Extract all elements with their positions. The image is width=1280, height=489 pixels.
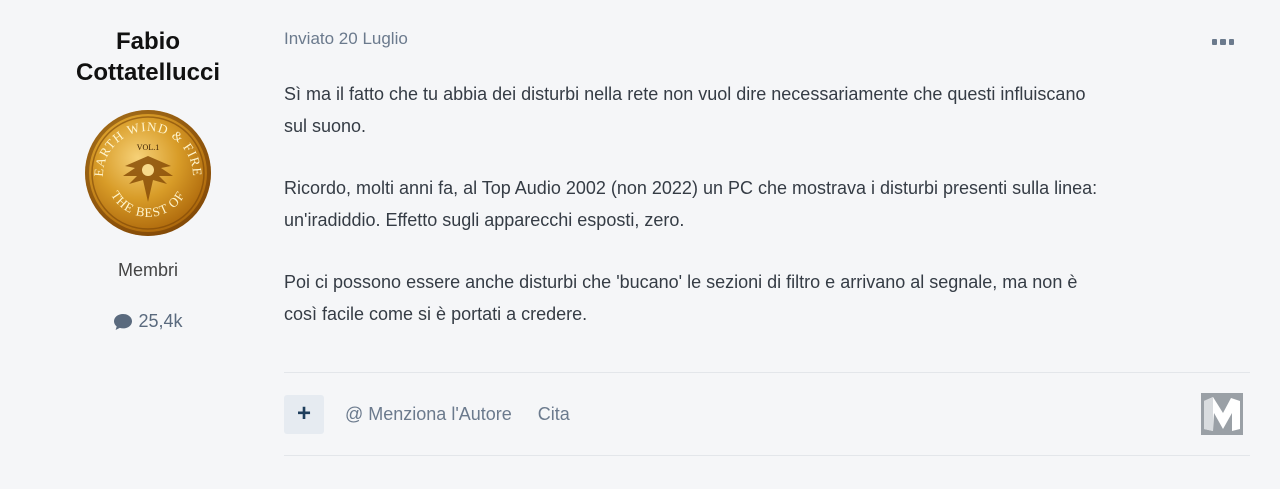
author-first-name[interactable]: Fabio [48, 26, 248, 57]
comment-icon [114, 313, 133, 330]
post-content: Inviato 20 Luglio Sì ma il fatto che tu … [284, 26, 1250, 456]
reputation-badge-icon[interactable] [1201, 393, 1243, 435]
post-paragraph: Sì ma il fatto che tu abbia dei disturbi… [284, 78, 1250, 142]
author-name[interactable]: Fabio Cottatellucci [48, 26, 248, 88]
post-paragraph-line: un'iradiddio. Effetto sugli apparecchi e… [284, 210, 685, 230]
avatar-text-vol: VOL.1 [137, 143, 159, 152]
more-options-icon[interactable] [1212, 38, 1234, 46]
forum-post: Fabio Cottatellucci EARTH WIND & FIRE TH… [8, 0, 1272, 489]
post-paragraph-line: Ricordo, molti anni fa, al Top Audio 200… [284, 178, 1098, 198]
post-paragraph-line: Poi ci possono essere anche disturbi che… [284, 272, 1078, 292]
post-actions: + @ Menziona l'Autore Cita [284, 393, 1250, 435]
divider [284, 455, 1250, 456]
quote-link[interactable]: Cita [538, 404, 570, 425]
post-paragraph-line: sul suono. [284, 116, 367, 136]
post-date[interactable]: Inviato 20 Luglio [284, 26, 1250, 52]
reaction-add-button[interactable]: + [284, 394, 324, 434]
author-last-name[interactable]: Cottatellucci [48, 57, 248, 88]
post-paragraph: Poi ci possono essere anche disturbi che… [284, 266, 1250, 330]
post-body: Sì ma il fatto che tu abbia dei disturbi… [284, 78, 1250, 330]
divider [284, 372, 1250, 373]
post-paragraph-line: così facile come si è portati a credere. [284, 304, 588, 324]
mention-author-link[interactable]: @ Menziona l'Autore [345, 404, 512, 425]
member-group: Membri [117, 260, 178, 280]
post-paragraph: Ricordo, molti anni fa, al Top Audio 200… [284, 172, 1250, 236]
author-panel: Fabio Cottatellucci EARTH WIND & FIRE TH… [48, 26, 248, 332]
avatar-emblem-icon: EARTH WIND & FIRE THE BEST OF VOL.1 [91, 116, 205, 230]
post-count-value: 25,4k [138, 311, 183, 331]
post-count[interactable]: 25,4k [48, 311, 248, 332]
avatar[interactable]: EARTH WIND & FIRE THE BEST OF VOL.1 [85, 110, 211, 236]
post-paragraph-line: Sì ma il fatto che tu abbia dei disturbi… [284, 84, 1086, 104]
